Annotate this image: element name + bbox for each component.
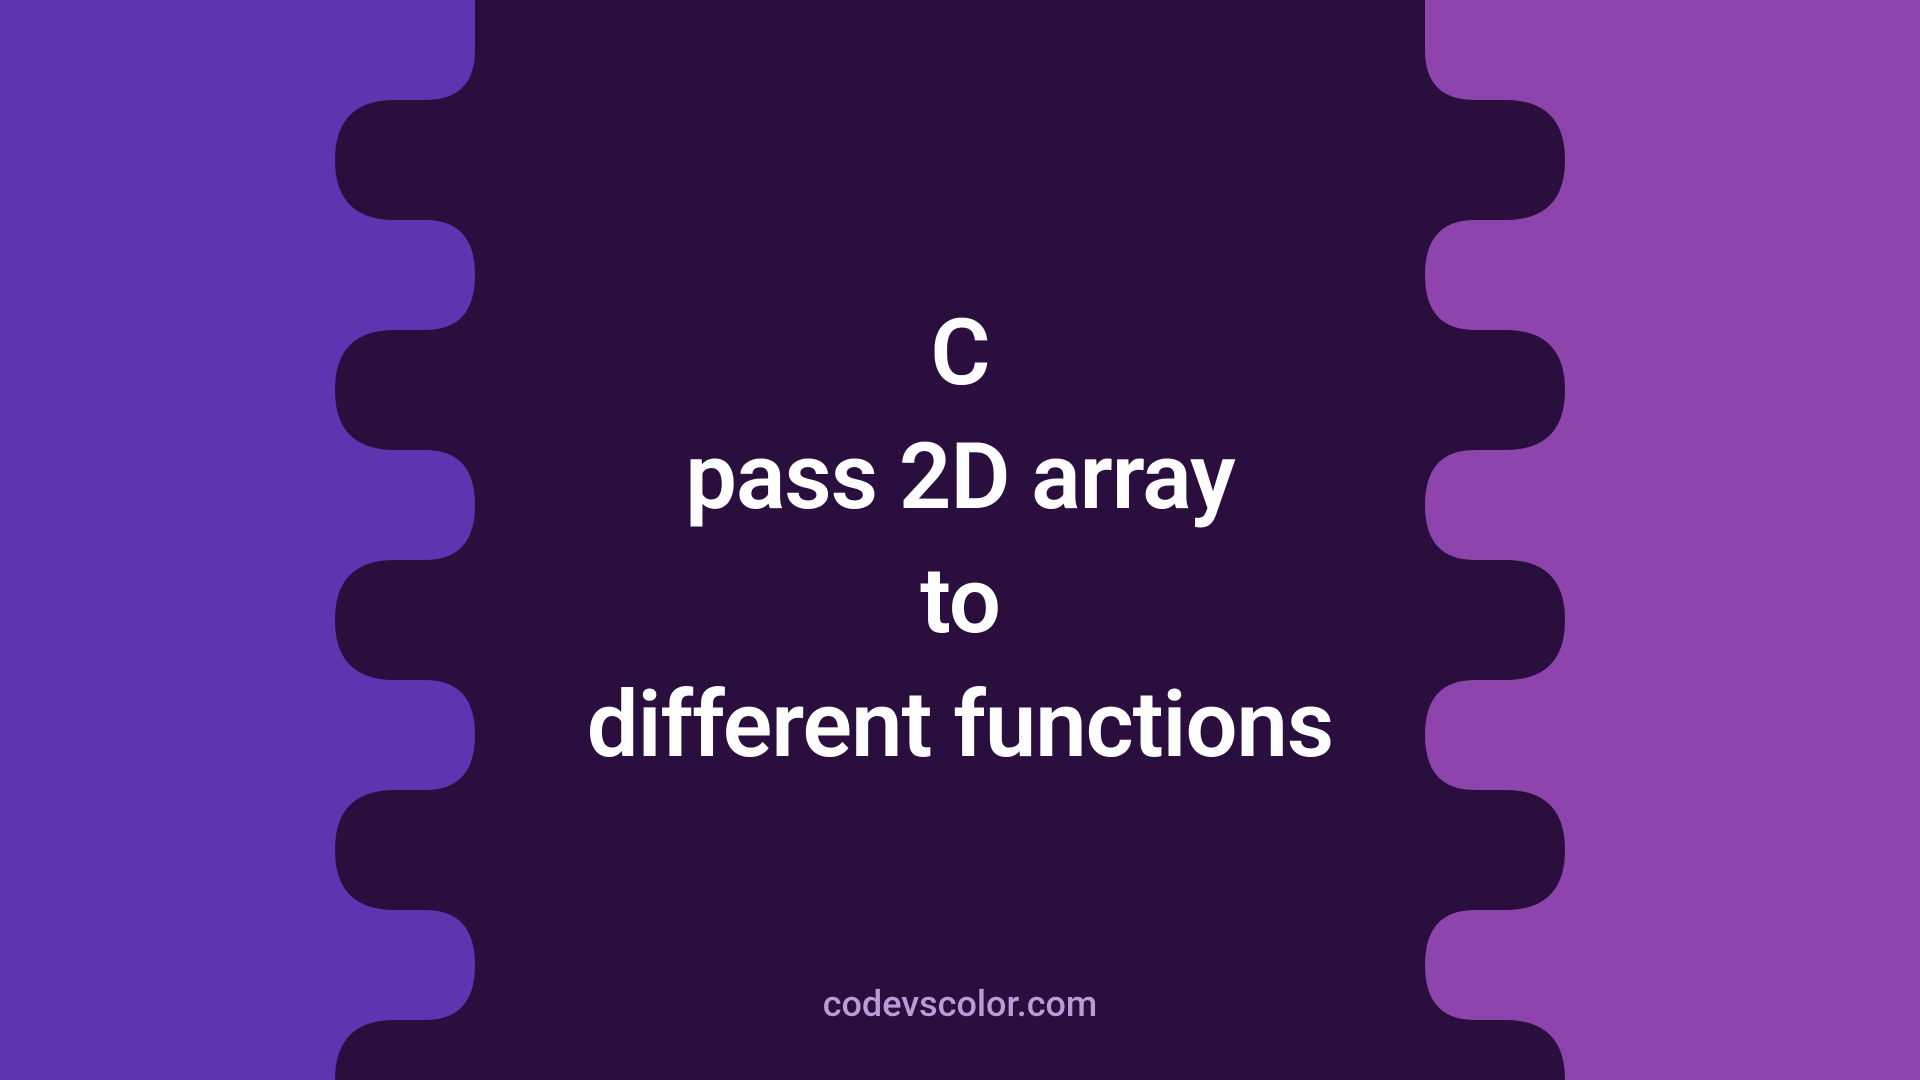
banner-graphic: C pass 2D array to different functions c…	[0, 0, 1920, 1080]
banner-title: C pass 2D array to different functions	[587, 292, 1333, 789]
title-line-4: different functions	[587, 664, 1333, 788]
title-line-2: pass 2D array	[587, 416, 1333, 540]
attribution-text: codevscolor.com	[823, 983, 1098, 1025]
title-line-1: C	[587, 292, 1333, 416]
content-area: C pass 2D array to different functions	[0, 0, 1920, 1080]
title-line-3: to	[587, 540, 1333, 664]
